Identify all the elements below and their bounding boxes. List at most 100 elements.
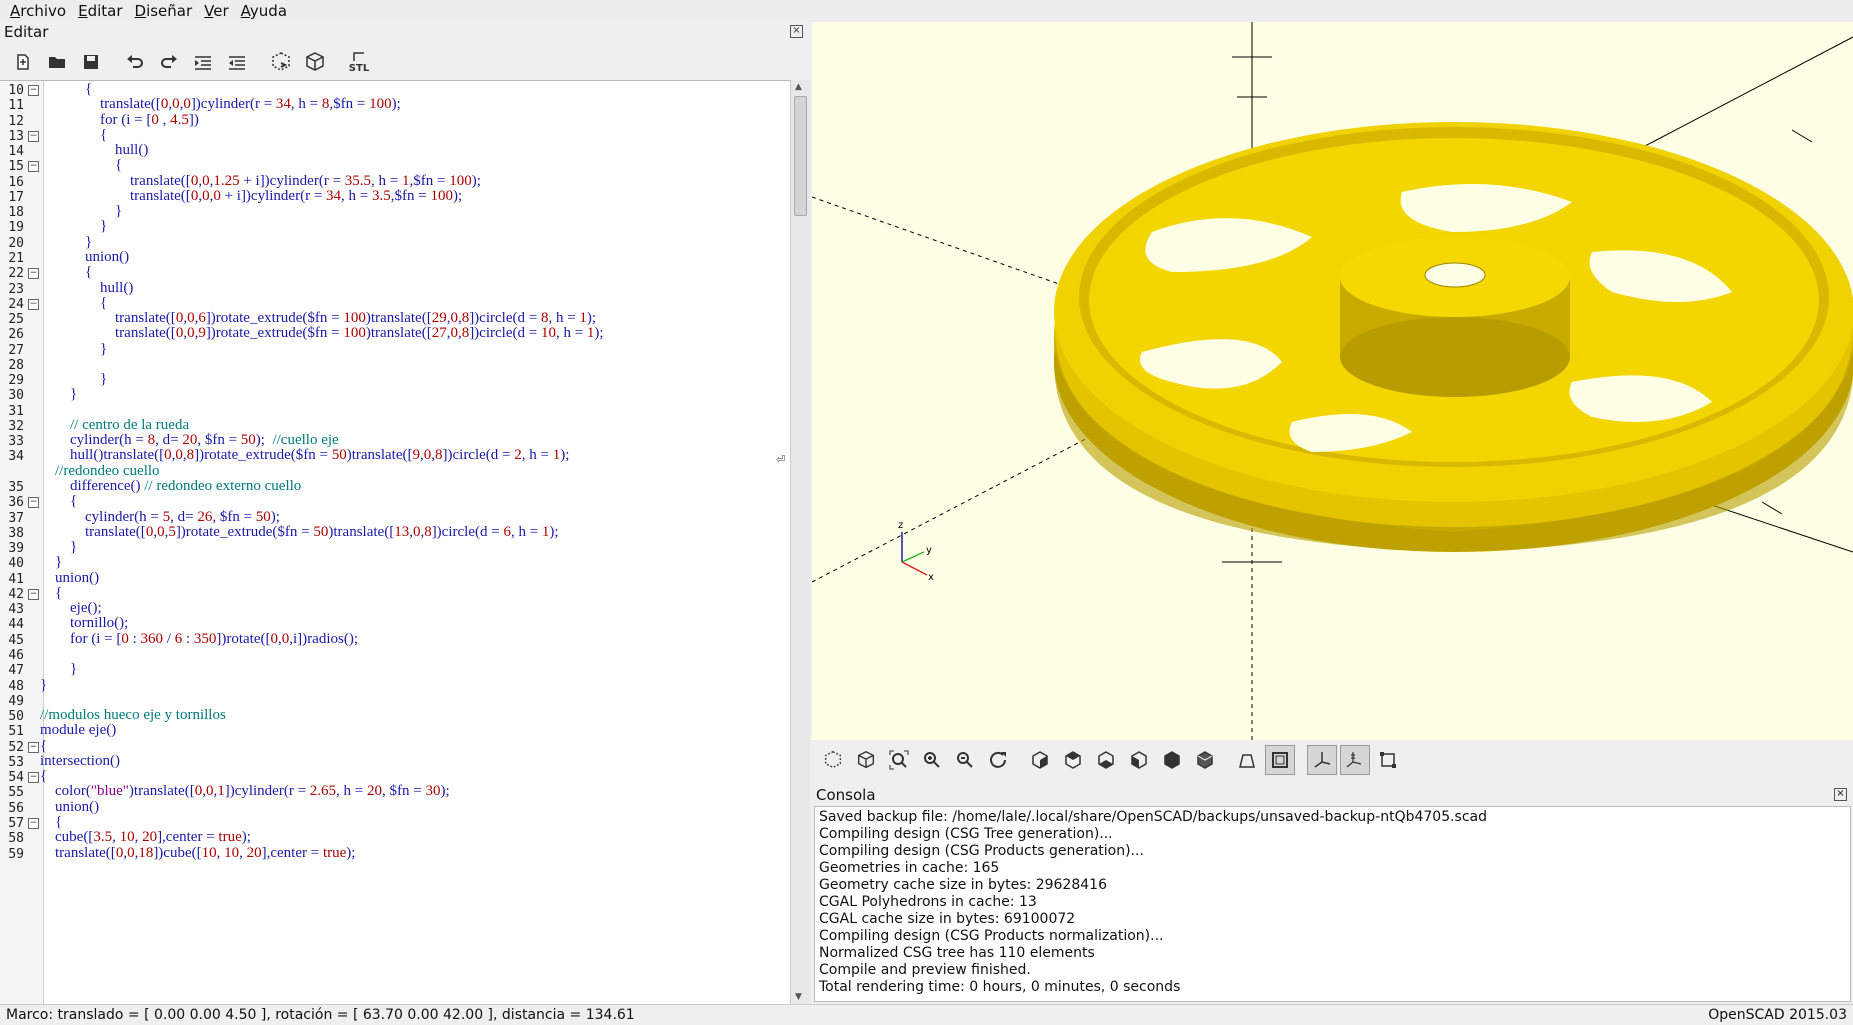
- save-icon[interactable]: [76, 47, 106, 77]
- menu-disenar[interactable]: Diseñar: [129, 2, 199, 20]
- code-token: + i])cylinder(r =: [220, 187, 327, 204]
- menu-ayuda[interactable]: Ayuda: [235, 2, 293, 20]
- code-line: module eje(): [40, 722, 116, 739]
- view-right-icon[interactable]: [1025, 745, 1055, 775]
- perspective-icon[interactable]: [1232, 745, 1262, 775]
- code-line: translate([0,0,18])cube([10, 10, 20],cen…: [40, 845, 355, 862]
- code-line: }: [40, 341, 107, 358]
- view-front-icon[interactable]: [1157, 745, 1187, 775]
- menu-archivo[interactable]: Archivo: [4, 2, 72, 20]
- console-close-icon[interactable]: ×: [1834, 788, 1847, 801]
- fold-toggle-icon[interactable]: −: [28, 772, 39, 784]
- menu-editar[interactable]: Editar: [72, 2, 128, 20]
- view-back-icon[interactable]: [1190, 745, 1220, 775]
- editor-scrollbar[interactable]: ▲ ▼: [790, 80, 810, 1004]
- menu-ver[interactable]: Ver: [198, 2, 235, 20]
- zoom-in-icon[interactable]: [917, 745, 947, 775]
- code-token: ,: [158, 111, 171, 128]
- scroll-down-icon[interactable]: ▼: [795, 992, 802, 1002]
- menu-bar: Archivo Editar Diseñar Ver Ayuda: [0, 0, 1853, 22]
- code-token: );: [560, 447, 570, 464]
- zoom-out-icon[interactable]: [950, 745, 980, 775]
- edges-icon[interactable]: [1373, 745, 1403, 775]
- code-token: }: [40, 676, 48, 693]
- 3d-viewport[interactable]: z y x: [812, 22, 1853, 740]
- editor-panel: Editar × STL 10 11 12 13 14 15 16 17 18 19 20 21 2: [0, 22, 810, 1004]
- fold-toggle-icon[interactable]: −: [28, 741, 39, 753]
- code-token: 0: [270, 630, 279, 647]
- view-left-icon[interactable]: [1124, 745, 1154, 775]
- redo-icon[interactable]: [154, 47, 184, 77]
- fold-toggle-icon[interactable]: −: [28, 161, 39, 173]
- view-top-icon[interactable]: [1058, 745, 1088, 775]
- code-token: // centro de la rueda: [40, 416, 190, 433]
- editor-close-icon[interactable]: ×: [790, 25, 803, 38]
- code-token: 50: [313, 523, 329, 540]
- code-token: );: [241, 829, 251, 846]
- status-camera-info: Marco: translado = [ 0.00 0.00 4.50 ], r…: [6, 1007, 635, 1023]
- code-token: //redondeo cuello: [40, 462, 160, 479]
- code-token: + i])cylinder(r =: [239, 172, 345, 189]
- orthogonal-icon[interactable]: [1265, 745, 1295, 775]
- code-token: , h =: [510, 523, 542, 540]
- code-token: ,i])radios();: [289, 630, 358, 647]
- code-token: {: [40, 294, 108, 311]
- code-token: ])circle(d =: [469, 325, 541, 342]
- open-file-icon[interactable]: [42, 47, 72, 77]
- line-number: 34: [8, 449, 24, 465]
- code-token: ],center =: [157, 829, 219, 846]
- code-token: 8: [186, 447, 195, 464]
- code-token: 3.5: [372, 187, 391, 204]
- line-number: 30: [8, 388, 24, 404]
- fold-toggle-icon[interactable]: −: [28, 497, 39, 509]
- code-token: ])cylinder(r =: [190, 96, 276, 113]
- undo-icon[interactable]: [120, 47, 150, 77]
- line-number: 45: [8, 632, 24, 648]
- code-token: 34: [326, 187, 342, 204]
- axes-icon[interactable]: [1307, 745, 1337, 775]
- view-all-icon[interactable]: [884, 745, 914, 775]
- fold-toggle-icon[interactable]: −: [28, 268, 39, 280]
- reset-view-icon[interactable]: [983, 745, 1013, 775]
- preview-icon[interactable]: [266, 47, 296, 77]
- code-token: ])cube([: [153, 844, 202, 861]
- code-token: tornillo();: [40, 615, 129, 632]
- code-token: {: [40, 126, 108, 143]
- status-version: OpenSCAD 2015.03: [1708, 1007, 1847, 1023]
- code-token: translate([: [40, 187, 191, 204]
- view-bottom-icon[interactable]: [1091, 745, 1121, 775]
- fold-toggle-icon[interactable]: −: [28, 588, 39, 600]
- code-token: ])cylinder(r =: [224, 783, 310, 800]
- fold-toggle-icon[interactable]: −: [28, 130, 39, 142]
- code-token: 30: [425, 783, 441, 800]
- scroll-up-icon[interactable]: ▲: [795, 82, 802, 92]
- console-output[interactable]: Saved backup file: /home/lale/.local/sha…: [814, 806, 1851, 1002]
- unindent-icon[interactable]: [222, 47, 252, 77]
- indent-icon[interactable]: [188, 47, 218, 77]
- code-token: ,$fn =: [390, 187, 431, 204]
- code-token: ])rotate_extrude($fn =: [205, 325, 344, 342]
- code-token: 10: [540, 325, 556, 342]
- code-token: intersection(): [40, 752, 120, 769]
- code-token: module eje(): [40, 722, 117, 739]
- code-token: 0: [187, 325, 195, 342]
- preview-icon[interactable]: [818, 745, 848, 775]
- code-token: 2.65: [309, 783, 337, 800]
- new-file-icon[interactable]: [8, 47, 38, 77]
- code-token: 2: [514, 447, 522, 464]
- render-icon[interactable]: [851, 745, 881, 775]
- fold-toggle-icon[interactable]: −: [28, 817, 39, 829]
- scroll-thumb[interactable]: [794, 96, 807, 216]
- render-icon[interactable]: [300, 47, 330, 77]
- code-token: , d=: [155, 432, 183, 449]
- fold-toggle-icon[interactable]: −: [28, 298, 39, 310]
- code-token: 20: [182, 432, 198, 449]
- code-editor[interactable]: 10 11 12 13 14 15 16 17 18 19 20 21 22 23 24 25 26 27 28 29…: [0, 80, 790, 1004]
- fold-toggle-icon[interactable]: −: [28, 85, 39, 96]
- code-token: translate([: [40, 96, 161, 113]
- scale-markers-icon[interactable]: [1340, 745, 1370, 775]
- export-stl-icon[interactable]: STL: [344, 47, 374, 77]
- editor-toolbar: STL: [0, 44, 810, 80]
- code-token: 34: [275, 96, 291, 113]
- line-number: 18: [8, 205, 24, 221]
